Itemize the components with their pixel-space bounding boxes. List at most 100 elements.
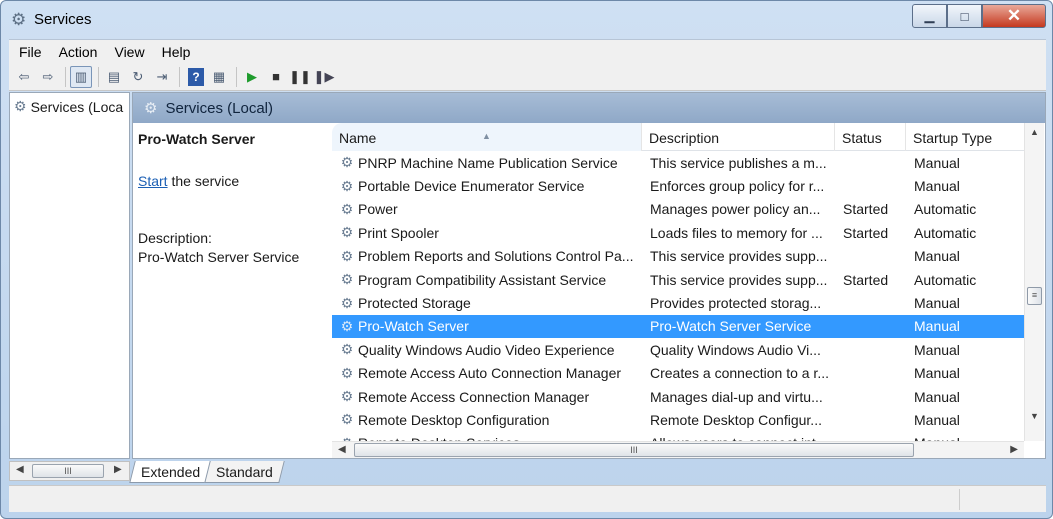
start-service-icon[interactable]: ▶ [241,66,263,88]
table-row[interactable]: ⚙ Portable Device Enumerator Service Enfor… [332,174,1024,197]
selected-service-title: Pro-Watch Server [138,131,255,147]
service-name: Power [358,201,398,218]
column-header-description[interactable]: Description [642,123,835,151]
forward-arrow-icon[interactable]: ⇨ [37,66,59,88]
menu-view[interactable]: View [104,44,151,60]
list-horizontal-scrollbar[interactable]: ◀ III ▶ [332,441,1024,458]
service-gear-icon: ⚙ [340,388,354,405]
service-startup-type: Manual [914,318,960,335]
table-row[interactable]: ⚙ Program Compatibility Assistant Service… [332,268,1024,291]
service-rows: ⚙ PNRP Machine Name Publication Service Th… [332,151,1024,441]
table-row[interactable]: ⚙ Remote Access Auto Connection Manager Cr… [332,362,1024,385]
scroll-right-icon[interactable]: ▶ [1010,444,1018,455]
table-row[interactable]: ⚙ Quality Windows Audio Video Experience Q… [332,338,1024,361]
close-icon: ✕ [1006,6,1022,25]
show-action-pane-icon[interactable]: ▦ [208,66,230,88]
description-label: Description: [138,230,212,246]
table-row[interactable]: ⚙Remote Desktop ServicesAllows users to … [332,432,1024,441]
service-name: Quality Windows Audio Video Experience [358,341,615,358]
service-description: Manages dial-up and virtu... [650,388,823,405]
service-startup-type: Manual [914,154,960,171]
service-name: Program Compatibility Assistant Service [358,271,607,288]
service-gear-icon: ⚙ [340,177,354,194]
menu-help[interactable]: Help [152,44,198,60]
tab-standard[interactable]: Standard [204,461,285,483]
scroll-right-icon[interactable]: ▶ [114,464,122,475]
restart-service-icon[interactable]: ❚▶ [313,66,335,88]
service-name-cell: ⚙ Portable Device Enumerator Service [332,178,642,195]
service-startup-type: Manual [914,178,960,195]
scroll-up-icon[interactable]: ▲ [1030,127,1039,137]
table-row[interactable]: ⚙ Power Manages power policy an... Started A… [332,198,1024,221]
vertical-scrollbar[interactable]: ▲ ≡ ▼ [1024,123,1044,441]
service-name-cell: ⚙ Remote Desktop Configuration [332,411,642,428]
table-row[interactable]: ⚙ PNRP Machine Name Publication Service Th… [332,151,1024,174]
service-startup-type: Automatic [914,201,977,218]
table-row[interactable]: ⚙ Problem Reports and Solutions Control P… [332,245,1024,268]
service-name-cell: ⚙ PNRP Machine Name Publication Service [332,154,642,171]
start-service-link[interactable]: Start [138,173,168,189]
menu-file[interactable]: File [9,44,49,60]
tree-item-services-local[interactable]: ⚙ Services (Loca [14,98,128,115]
title-bar: ⚙ Services ▁ □ ✕ [1,1,1052,39]
scroll-thumb[interactable]: ≡ [1027,287,1042,305]
service-gear-icon: ⚙ [340,341,354,358]
gear-icon: ⚙ [14,98,27,114]
service-startup-type: Manual [914,411,960,428]
service-name: Protected Storage [358,295,471,312]
minimize-button[interactable]: ▁ [912,4,947,28]
service-description: This service provides supp... [650,271,828,288]
scroll-down-icon[interactable]: ▼ [1030,411,1039,421]
scroll-left-icon[interactable]: ◀ [338,444,346,455]
column-header-status[interactable]: Status [835,123,906,151]
back-arrow-icon[interactable]: ⇦ [13,66,35,88]
service-gear-icon: ⚙ [340,411,354,428]
toolbar-separator [179,66,180,87]
properties-icon[interactable]: ▤ [103,66,125,88]
service-startup-type: Manual [914,248,960,265]
scroll-thumb[interactable]: III [32,464,104,478]
export-list-icon[interactable]: ⇥ [151,66,173,88]
tree-item-label: Services (Loca [30,98,124,115]
table-row[interactable]: ⚙ Protected Storage Provides protected sto… [332,291,1024,314]
service-status: Started [843,201,889,218]
service-description: Loads files to memory for ... [650,224,823,241]
search-gear-icon: ⚙ [144,100,158,117]
service-gear-icon: ⚙ [340,154,354,171]
maximize-button[interactable]: □ [947,4,982,28]
table-row[interactable]: ⚙ Pro-Watch Server Pro-Watch Server Servic… [332,314,1024,339]
service-name-cell: ⚙ Power [332,201,642,218]
refresh-icon[interactable]: ↻ [127,66,149,88]
column-header-name[interactable]: ▲ Name [332,123,642,151]
table-row[interactable]: ⚙ Remote Desktop Configuration Remote Desk… [332,408,1024,431]
service-startup-type: Automatic [914,271,977,288]
service-name: Remote Access Connection Manager [358,388,590,405]
service-name: PNRP Machine Name Publication Service [358,154,618,171]
tab-extended[interactable]: Extended [129,461,212,483]
menu-bar: File Action View Help [9,39,1046,63]
service-startup-type: Manual [914,388,960,405]
service-name-cell: ⚙ Problem Reports and Solutions Control P… [332,248,642,265]
window-title: Services [34,11,92,28]
service-description: Pro-Watch Server Service [650,318,812,335]
help-icon[interactable]: ? [188,67,204,86]
table-row[interactable]: ⚙ Print Spooler Loads files to memory for … [332,221,1024,244]
service-name-cell: ⚙ Program Compatibility Assistant Service [332,271,642,288]
scroll-left-icon[interactable]: ◀ [16,464,24,475]
service-startup-type: Manual [914,365,960,382]
scroll-thumb[interactable]: III [354,443,914,457]
table-row[interactable]: ⚙ Remote Access Connection Manager Manages… [332,385,1024,408]
service-name-cell: ⚙ Remote Access Connection Manager [332,388,642,405]
close-button[interactable]: ✕ [982,4,1046,28]
service-gear-icon: ⚙ [340,200,354,217]
column-header-startup-type[interactable]: Startup Type [906,123,1024,151]
pane-header: ⚙ Services (Local) [133,93,1045,123]
status-separator [959,489,960,510]
stop-service-icon[interactable]: ■ [265,66,287,88]
tree-horizontal-scrollbar[interactable]: ◀ III ▶ [9,461,130,481]
service-name: Pro-Watch Server [358,318,469,335]
service-name-cell: ⚙ Print Spooler [332,224,642,241]
show-hide-console-tree-icon[interactable]: ▥ [70,65,92,88]
pause-service-icon[interactable]: ❚❚ [289,66,311,88]
menu-action[interactable]: Action [49,44,105,60]
